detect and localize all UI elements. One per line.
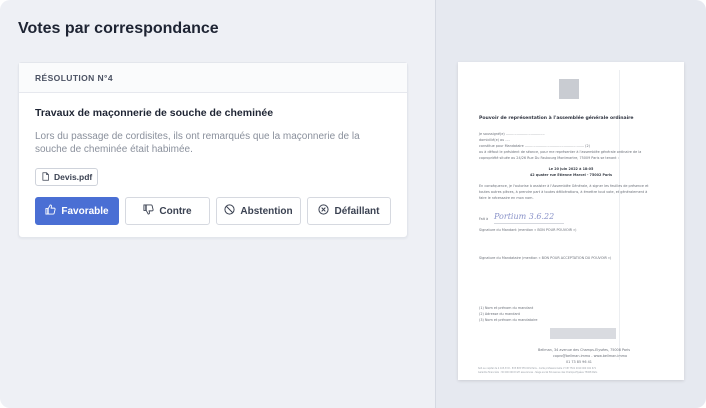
app-window: Votes par correspondance RÉSOLUTION N°4 … (0, 0, 706, 408)
defaillant-label: Défaillant (334, 205, 380, 217)
attachment-label: Devis.pdf (54, 172, 93, 182)
doc-handwriting: Portium 3.6.22 (494, 212, 555, 221)
vote-actions: Favorable Contre Abstention Défaillant (35, 197, 391, 225)
resolution-body: Travaux de maçonnerie de souche de chemi… (19, 93, 407, 225)
doc-consequence-3: faire le nécessaire en mon nom. (479, 196, 534, 200)
doc-footnote-2: (2) Adresse du mandant (479, 312, 521, 316)
doc-footnote-3: (3) Nom et prénom du mandataire (479, 318, 538, 322)
doc-domicile: domicilié(e) au .... (479, 138, 510, 142)
resolution-header: RÉSOLUTION N°4 (19, 63, 407, 93)
doc-title: Pouvoir de représentation à l'assemblée … (479, 116, 634, 121)
doc-legal-1: SAS au capital de 4 105,33 € - 835 895 5… (478, 367, 597, 370)
doc-redacted-box (550, 328, 616, 339)
doc-constitue: constitue pour Mandataire ..............… (479, 144, 590, 148)
resolution-title: Travaux de maçonnerie de souche de chemi… (35, 107, 274, 119)
page-title: Votes par correspondance (18, 20, 219, 37)
doc-footer-3: 01 73 85 96 41 (566, 360, 592, 364)
doc-footer-2: copro@bellman.immo - www.bellman.immo (553, 354, 628, 358)
doc-undersigned: Je soussigné(e) ........................… (479, 132, 545, 136)
doc-consequence-2: toutes autres pièces, à prendre part à t… (479, 190, 648, 194)
doc-fait-a: Fait à (479, 217, 489, 221)
doc-date: Le 20 juin 2022 à 18:05 (548, 167, 594, 171)
document-preview[interactable]: Pouvoir de représentation à l'assemblée … (458, 62, 684, 380)
doc-sig-mandant: Signature du Mandant (mention « BON POUR… (479, 228, 577, 232)
doc-sig-mandataire: Signature du Mandataire (mention « BON P… (479, 256, 612, 260)
attachment-devis[interactable]: Devis.pdf (35, 168, 99, 186)
defaillant-button[interactable]: Défaillant (307, 197, 391, 225)
doc-copropriete: copropriété située au 24/26 Rue Du Faubo… (479, 156, 619, 160)
resolution-description: Lors du passage de cordisites, ils ont r… (35, 131, 360, 155)
contre-label: Contre (159, 205, 192, 217)
doc-president: ou à défaut le président de séance, pour… (479, 150, 642, 154)
doc-footnote-1: (1) Nom et prénom du mandant (479, 306, 534, 310)
resolution-card: RÉSOLUTION N°4 Travaux de maçonnerie de … (18, 62, 408, 238)
circle-x-icon (318, 204, 330, 218)
thumbs-up-icon (45, 204, 56, 218)
doc-footer-1: Bellman, 34 avenue des Champs-Elysées, 7… (538, 348, 631, 352)
abstention-label: Abstention (240, 205, 293, 217)
ban-icon (224, 204, 235, 218)
contre-button[interactable]: Contre (125, 197, 210, 225)
favorable-button[interactable]: Favorable (35, 197, 119, 225)
thumbs-down-icon (143, 204, 154, 218)
file-icon (41, 171, 50, 183)
doc-legal-2: Garantie financière : 30 000 000 € GTI a… (478, 371, 598, 374)
abstention-button[interactable]: Abstention (216, 197, 301, 225)
document-preview-panel: Pouvoir de représentation à l'assemblée … (436, 0, 706, 408)
doc-fait-a-line (494, 223, 564, 224)
page-fold-line (619, 70, 620, 360)
doc-consequence-1: En conséquence, je l'autorise à assister… (479, 184, 649, 188)
votes-panel: Votes par correspondance RÉSOLUTION N°4 … (0, 0, 436, 408)
document-logo (559, 79, 579, 99)
doc-address: 42 quater rue Etienne Marcel - 75002 Par… (529, 173, 613, 177)
favorable-label: Favorable (61, 205, 109, 217)
